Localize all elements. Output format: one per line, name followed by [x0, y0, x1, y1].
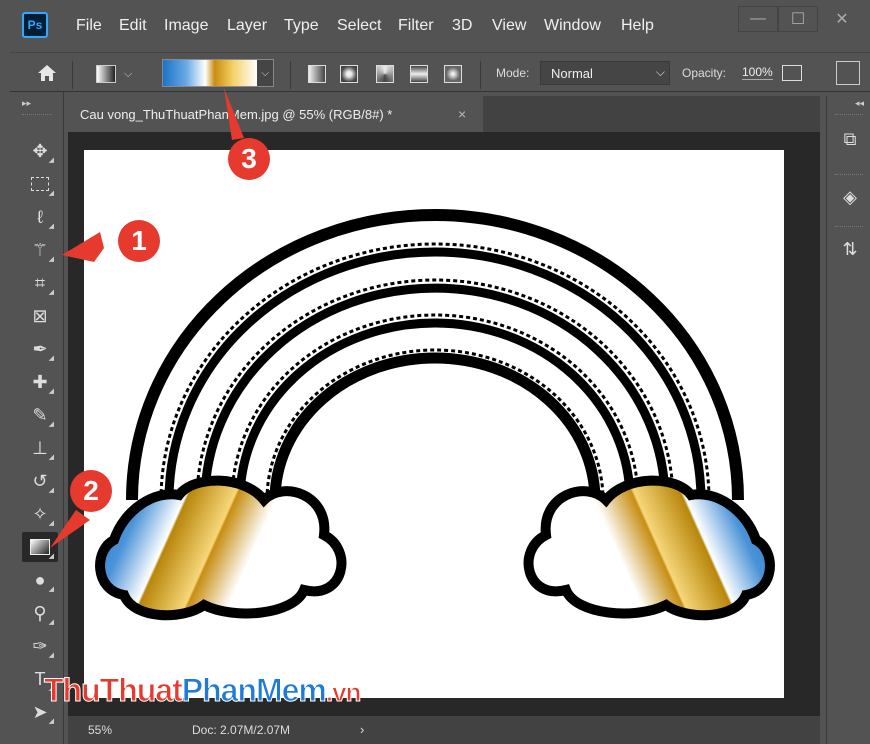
frame-icon[interactable]: ⊠ — [22, 301, 58, 331]
opacity-label: Opacity: — [682, 66, 727, 80]
gradient-picker[interactable]: ⌵ — [162, 59, 274, 87]
gradient-icon[interactable]: ◢ — [22, 532, 58, 562]
document-canvas[interactable] — [84, 150, 784, 698]
close-window-button[interactable]: ✕ — [818, 6, 866, 32]
annotation-badge-3: 3 — [228, 138, 270, 180]
left-cloud — [95, 475, 347, 621]
blur-icon[interactable]: ● ◢ — [22, 565, 58, 595]
panel-grip[interactable] — [835, 114, 863, 117]
menu-file[interactable]: File — [76, 17, 102, 35]
photoshop-logo: Ps — [22, 12, 48, 38]
menu-layer[interactable]: Layer — [227, 17, 267, 35]
right-cloud — [523, 475, 775, 621]
menu-bar: Ps File Edit Image Layer Type Select Fil… — [0, 0, 870, 52]
document-tab-title: Cau vong_ThuThuatPhanMem.jpg @ 55% (RGB/… — [80, 107, 393, 122]
reflected-gradient-button[interactable] — [410, 65, 428, 83]
collapse-icon[interactable]: ▸▸ — [22, 98, 31, 109]
tool-preset-picker[interactable]: ⌵ — [96, 63, 156, 85]
panel-grip[interactable] — [835, 226, 863, 229]
watermark: ThuThuatPhanMem.vn — [44, 672, 362, 709]
layers-icon[interactable]: ◈ — [835, 182, 865, 212]
clone-stamp-icon[interactable]: ⊥ ◢ — [22, 433, 58, 463]
gradient-preset-icon — [96, 65, 116, 83]
share-icon[interactable] — [836, 61, 860, 85]
document-size: Doc: 2.07M/2.07M — [192, 723, 291, 737]
panel-grip[interactable] — [835, 174, 863, 177]
menu-view[interactable]: View — [492, 17, 526, 35]
status-menu-arrow[interactable]: › — [360, 722, 364, 737]
tools-panel: ▸▸ ✥ ◢ ◢ ℓ ◢ ⚚ ◢ ⌗ ◢ ⊠ ✒ ◢ ✚ ◢ ✎ ◢ ⊥ ◢ ↺ ◢ ✧ ◢ ◢ ●… — [14, 92, 64, 744]
right-panel-dock: ◂◂ ⧉ ◈ ⇅ — [826, 96, 870, 744]
opacity-input[interactable]: 100% — [742, 65, 773, 80]
history-icon[interactable]: ⇅ — [835, 234, 865, 264]
maximize-button[interactable]: ☐ — [778, 6, 818, 32]
menu-help[interactable]: Help — [621, 17, 654, 35]
chevron-down-icon: ⌵ — [655, 65, 665, 79]
home-icon[interactable] — [36, 63, 58, 83]
status-bar: 55% Doc: 2.07M/2.07M › — [68, 716, 820, 744]
canvas-area — [68, 132, 820, 716]
magic-wand-icon[interactable]: ⚚ ◢ — [22, 235, 58, 265]
document-tabs: Cau vong_ThuThuatPhanMem.jpg @ 55% (RGB/… — [68, 96, 820, 132]
menu-filter[interactable]: Filter — [398, 17, 434, 35]
eraser-icon[interactable]: ✧ ◢ — [22, 499, 58, 529]
menu-select[interactable]: Select — [337, 17, 381, 35]
mode-value: Normal — [551, 66, 593, 81]
mode-label: Mode: — [496, 66, 530, 80]
healing-brush-icon[interactable]: ✚ ◢ — [22, 367, 58, 397]
chevron-down-icon: ⌵ — [124, 67, 133, 80]
lasso-icon[interactable]: ℓ ◢ — [22, 202, 58, 232]
menu-image[interactable]: Image — [164, 17, 208, 35]
zoom-level[interactable]: 55% — [88, 723, 112, 737]
menu-window[interactable]: Window — [544, 17, 601, 35]
gradient-swatch[interactable] — [163, 60, 258, 86]
annotation-badge-1: 1 — [118, 220, 160, 262]
collapse-icon[interactable]: ◂◂ — [855, 98, 864, 109]
marquee-icon[interactable]: ◢ — [22, 169, 58, 199]
radial-gradient-button[interactable] — [340, 65, 358, 83]
linear-gradient-button[interactable] — [308, 65, 326, 83]
history-brush-icon[interactable]: ↺ ◢ — [22, 466, 58, 496]
chevron-down-icon[interactable]: ⌵ — [257, 60, 273, 86]
menu-type[interactable]: Type — [284, 17, 319, 35]
3d-panel-icon[interactable]: ⧉ — [835, 124, 865, 154]
opacity-slider-button[interactable] — [782, 65, 802, 81]
close-icon[interactable]: × — [458, 106, 466, 122]
minimize-button[interactable]: — — [738, 6, 778, 32]
options-bar: ⌵ ⌵ Mode: Normal ⌵ Opacity: 100% — [10, 52, 870, 92]
crop-icon[interactable]: ⌗ ◢ — [22, 268, 58, 298]
dodge-icon[interactable]: ⚲ ◢ — [22, 598, 58, 628]
rainbow-artwork — [95, 209, 775, 621]
panel-grip[interactable] — [22, 114, 52, 117]
menu-3d[interactable]: 3D — [452, 17, 472, 35]
menu-edit[interactable]: Edit — [119, 17, 147, 35]
document-tab[interactable]: Cau vong_ThuThuatPhanMem.jpg @ 55% (RGB/… — [68, 96, 483, 132]
eyedropper-icon[interactable]: ✒ ◢ — [22, 334, 58, 364]
move-icon[interactable]: ✥ ◢ — [22, 136, 58, 166]
mode-select[interactable]: Normal ⌵ — [540, 61, 670, 85]
diamond-gradient-button[interactable] — [444, 65, 462, 83]
pen-icon[interactable]: ✑ ◢ — [22, 631, 58, 661]
annotation-badge-2: 2 — [70, 470, 112, 512]
brush-icon[interactable]: ✎ ◢ — [22, 400, 58, 430]
angle-gradient-button[interactable] — [376, 65, 394, 83]
